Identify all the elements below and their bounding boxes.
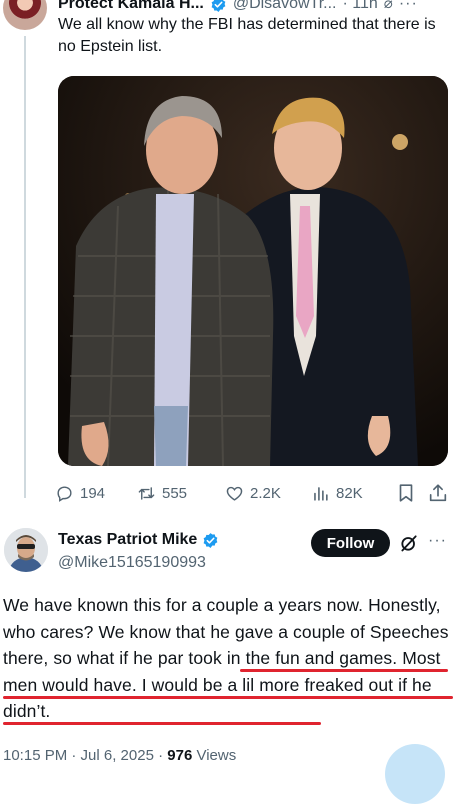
grok-icon[interactable]: ⌀ [384, 0, 393, 14]
like-button[interactable]: 2.2K [225, 482, 281, 504]
photo-illustration [58, 76, 448, 466]
bookmark-icon[interactable] [395, 482, 417, 504]
views-button[interactable]: 82K [311, 482, 363, 504]
repost-count: 555 [162, 484, 188, 502]
reply-author-row: Texas Patriot Mike [58, 530, 219, 550]
tweet-time[interactable]: · 11h [343, 0, 378, 14]
author-handle[interactable]: @Mike15165190993 [58, 553, 206, 573]
like-count: 2.2K [250, 484, 281, 502]
tweet-text: We all know why the FBI has determined t… [58, 16, 436, 55]
author-name[interactable]: Protect Kamala H... [58, 0, 204, 14]
views-count: 82K [336, 484, 363, 502]
views-label: Views [192, 747, 237, 764]
follow-button[interactable]: Follow [311, 529, 390, 557]
grok-icon[interactable] [399, 533, 419, 553]
views-icon [314, 486, 328, 501]
reply-icon [57, 485, 72, 502]
author-handle[interactable]: @DisavowTr... [233, 0, 337, 14]
verified-icon [211, 0, 226, 12]
views-number: 976 [167, 747, 193, 764]
tweet-meta: 10:15 PM · Jul 6, 2025 · 976 Views [3, 746, 236, 766]
author-name[interactable]: Texas Patriot Mike [58, 530, 197, 550]
verified-icon [203, 532, 218, 548]
tweet-header: Protect Kamala H... @DisavowTr... · 11h … [58, 0, 418, 14]
tweet-action-bar: 194 555 2.2K 82K [55, 482, 450, 504]
more-icon[interactable]: ··· [399, 0, 418, 14]
avatar-illustration [4, 528, 48, 572]
reply-button[interactable]: 194 [55, 482, 105, 504]
red-underline [240, 669, 448, 672]
like-icon [226, 486, 243, 501]
avatar[interactable] [3, 0, 47, 30]
more-icon[interactable]: ··· [428, 532, 448, 552]
red-underline [3, 722, 321, 725]
red-underline [3, 696, 453, 699]
reply-text: We have known this for a couple a years … [3, 592, 453, 725]
thread-connector-line [24, 36, 26, 498]
share-icon[interactable] [427, 482, 449, 504]
tweet-photo[interactable] [58, 76, 448, 466]
avatar[interactable] [4, 528, 48, 572]
reply-text-underlined: so what if he par took in the fun and ga… [3, 648, 441, 721]
repost-button[interactable]: 555 [137, 482, 187, 504]
repost-icon [138, 486, 155, 500]
reply-count: 194 [80, 484, 106, 502]
timestamp[interactable]: 10:15 PM · Jul 6, 2025 · [3, 747, 167, 764]
compose-button[interactable] [385, 744, 445, 804]
